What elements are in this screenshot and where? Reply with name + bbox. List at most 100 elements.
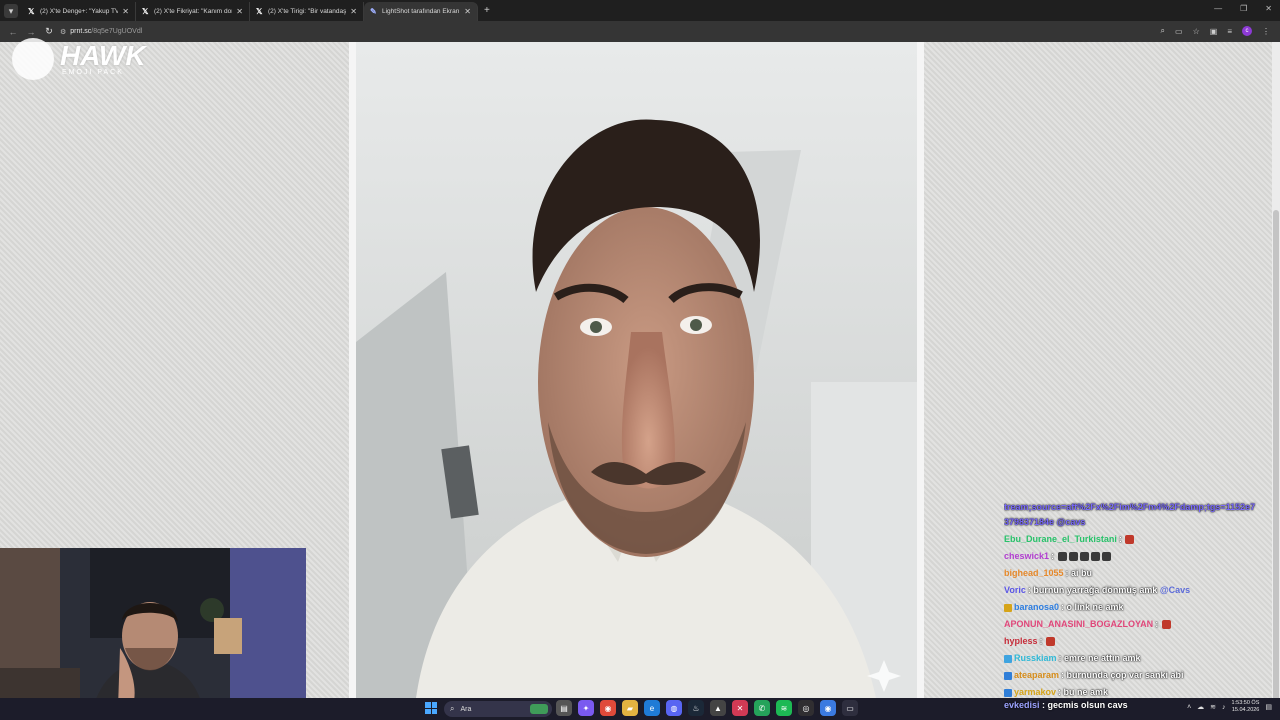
- emote-icon: [1090, 552, 1100, 562]
- file-explorer-icon[interactable]: ▤: [556, 700, 572, 716]
- chat-message: baranosa0: o link ne amk: [1004, 599, 1280, 616]
- browser-toolbar: ← → ↻ ⚙ prnt.sc /8q5e7UgUOVdl ⌕ ▭ ☆ ▣ ≡ …: [0, 21, 1280, 42]
- forward-icon[interactable]: →: [26, 27, 36, 37]
- steam-icon[interactable]: ♨: [688, 700, 704, 716]
- new-tab-button[interactable]: +: [484, 5, 490, 16]
- watermark-name: HAWK: [60, 40, 146, 71]
- wifi-icon[interactable]: ≋: [1210, 703, 1216, 711]
- chat-last-message: evkedisi : gecmis olsun cavs: [1004, 700, 1128, 710]
- chat-badge-icon: [1004, 688, 1012, 697]
- feather-icon: ✎: [370, 6, 377, 16]
- chat-message: bighead_1055: ai bu: [1004, 568, 1093, 578]
- chat-username[interactable]: Voric: [1004, 585, 1026, 595]
- edge-icon[interactable]: e: [644, 700, 660, 716]
- media-controls-icon[interactable]: ≡: [1227, 27, 1232, 36]
- taskbar-search[interactable]: ⌕ Ara: [444, 701, 552, 717]
- obs-icon[interactable]: ◎: [798, 700, 814, 716]
- cast-icon[interactable]: ▭: [1175, 27, 1183, 36]
- chat-username[interactable]: ateaparam: [1014, 670, 1059, 680]
- bookmark-star-icon[interactable]: ☆: [1193, 27, 1200, 36]
- emote-icon: [1161, 620, 1171, 630]
- chrome-alt-icon[interactable]: ◉: [820, 700, 836, 716]
- chat-message: 379837184e @cavs: [1004, 517, 1086, 527]
- game-icon[interactable]: ▲: [710, 700, 726, 716]
- profile-avatar[interactable]: c: [1242, 26, 1252, 36]
- hawk-logo-icon: [12, 38, 54, 80]
- chat-username[interactable]: Russkiam: [1014, 653, 1057, 663]
- chat-username[interactable]: APONUN_ANASINI_BOGAZLOYAN: [1004, 619, 1153, 629]
- tab-title: (2) X'te Denge+: "Yakup TV'nin: [40, 8, 119, 15]
- emote-icon: [1046, 637, 1056, 647]
- url-path: /8q5e7UgUOVdl: [91, 28, 143, 35]
- clock[interactable]: 1:53:50 ÖS 15.04.2026: [1232, 700, 1260, 714]
- tab-search-icon[interactable]: ▾: [4, 3, 18, 18]
- window-controls: — ❐ ✕: [1214, 4, 1272, 13]
- chat-username[interactable]: bighead_1055: [1004, 568, 1064, 578]
- chat-message: cheswick1:: [1004, 548, 1280, 565]
- url-domain: prnt.sc: [70, 28, 92, 35]
- app-red-icon[interactable]: ✕: [732, 700, 748, 716]
- search-highlight-icon: [530, 704, 548, 714]
- hawk-watermark: HAWK EMOJI PACK: [12, 38, 146, 80]
- chat-message: yarmakov: bu ne amk: [1004, 684, 1280, 698]
- tab-title: (2) X'te Tirigi: "Bir vatandaş, Han: [268, 8, 347, 15]
- emote-icon: [1125, 535, 1135, 545]
- x-logo-icon: 𝕏: [256, 6, 263, 16]
- notification-icon[interactable]: ▤: [1265, 703, 1272, 711]
- chat-username[interactable]: cheswick1: [1004, 551, 1049, 561]
- address-bar[interactable]: ⚙ prnt.sc /8q5e7UgUOVdl: [60, 28, 142, 36]
- chat-username[interactable]: baranosa0: [1014, 602, 1059, 612]
- webcam-overlay: [0, 548, 306, 720]
- reload-icon[interactable]: ↻: [44, 26, 54, 37]
- webcam-feed: [0, 548, 306, 720]
- chat-username[interactable]: Ebu_Durane_el_Turkistani: [1004, 534, 1117, 544]
- spotify-icon[interactable]: ≋: [776, 700, 792, 716]
- browser-tab-1[interactable]: 𝕏 (2) X'te Denge+: "Yakup TV'nin ✕: [22, 2, 136, 21]
- chat-username[interactable]: evkedisi: [1004, 700, 1040, 710]
- chat-message: tream;source=aft%2Fx%2Fim%2Fm4%2Fdamp;tg…: [1004, 502, 1256, 512]
- minimize-icon[interactable]: —: [1214, 4, 1222, 13]
- close-tab-icon[interactable]: ✕: [236, 7, 243, 16]
- search-icon: ⌕: [450, 704, 455, 713]
- chat-username[interactable]: yarmakov: [1014, 687, 1056, 697]
- close-tab-icon[interactable]: ✕: [350, 7, 357, 16]
- zoom-icon[interactable]: ⌕: [1161, 26, 1165, 36]
- close-tab-icon[interactable]: ✕: [464, 7, 471, 16]
- browser-tab-2[interactable]: 𝕏 (2) X'te Fikriyat: "Kanım donduı ✕: [136, 2, 250, 21]
- site-info-icon[interactable]: ⚙: [60, 28, 66, 36]
- screenshot-image: [356, 42, 917, 698]
- chat-mention[interactable]: @Cavs: [1160, 585, 1190, 595]
- chrome-icon[interactable]: ◉: [600, 700, 616, 716]
- system-tray: ˄ ☁ ≋ ♪ 1:53:50 ÖS 15.04.2026 ▤: [1187, 700, 1272, 714]
- discord-icon[interactable]: ◍: [666, 700, 682, 716]
- portrait-photo: [356, 42, 917, 698]
- emote-icon: [1079, 552, 1089, 562]
- emote-icon: [1101, 552, 1111, 562]
- x-logo-icon: 𝕏: [142, 6, 149, 16]
- browser-tab-4[interactable]: ✎ LightShot tarafından Ekran Gö ✕: [364, 2, 478, 21]
- browser-tab-3[interactable]: 𝕏 (2) X'te Tirigi: "Bir vatandaş, Han ✕: [250, 2, 364, 21]
- chat-text: : gecmis olsun cavs: [1042, 700, 1128, 710]
- back-icon[interactable]: ←: [8, 27, 18, 37]
- extensions-icon[interactable]: ▣: [1210, 27, 1218, 36]
- chevron-up-icon[interactable]: ˄: [1187, 704, 1191, 711]
- copilot-icon[interactable]: ✦: [578, 700, 594, 716]
- maximize-icon[interactable]: ❐: [1240, 4, 1247, 13]
- chat-message: hypless:: [1004, 633, 1280, 650]
- onedrive-icon[interactable]: ☁: [1197, 703, 1204, 711]
- browser-tab-strip: ▾ 𝕏 (2) X'te Denge+: "Yakup TV'nin ✕ 𝕏 (…: [0, 0, 1280, 21]
- chat-badge-icon: [1004, 671, 1012, 680]
- chat-overlay: tream;source=aft%2Fx%2Fim%2Fm4%2Fdamp;tg…: [1004, 500, 1280, 698]
- close-window-icon[interactable]: ✕: [1265, 4, 1272, 13]
- search-placeholder: Ara: [460, 705, 472, 713]
- volume-icon[interactable]: ♪: [1222, 704, 1226, 711]
- windows-start-icon[interactable]: [425, 702, 437, 714]
- chat-message: ateaparam: burnunda çop var sanki abi: [1004, 667, 1280, 684]
- terminal-icon[interactable]: ▭: [842, 700, 858, 716]
- chat-username[interactable]: hypless: [1004, 636, 1038, 646]
- whatsapp-icon[interactable]: ✆: [754, 700, 770, 716]
- folder-icon[interactable]: ▰: [622, 700, 638, 716]
- close-tab-icon[interactable]: ✕: [122, 7, 129, 16]
- menu-icon[interactable]: ⋮: [1262, 27, 1270, 36]
- chat-badge-icon: [1004, 603, 1012, 612]
